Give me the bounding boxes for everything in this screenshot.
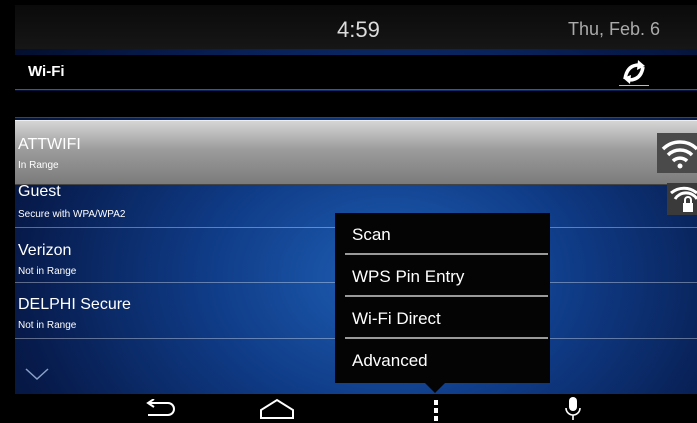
page-title: Wi-Fi	[28, 63, 65, 80]
network-status: Secure with WPA/WPA2	[18, 209, 126, 220]
network-name: Verizon	[18, 242, 72, 259]
menu-icon[interactable]	[432, 399, 440, 423]
back-icon[interactable]	[142, 398, 178, 423]
network-name: DELPHI Secure	[18, 296, 131, 313]
menu-item-label: Wi-Fi Direct	[352, 309, 441, 328]
status-bar: 4:59 Thu, Feb. 6	[15, 5, 697, 49]
network-status: In Range	[18, 160, 59, 171]
menu-item-label: WPS Pin Entry	[352, 267, 465, 286]
clock: 4:59	[337, 17, 380, 42]
chevron-down-icon[interactable]	[25, 367, 49, 386]
network-name: Guest	[18, 183, 61, 200]
menu-item-wifi-direct[interactable]: Wi-Fi Direct	[335, 297, 550, 339]
date: Thu, Feb. 6	[568, 19, 661, 39]
overflow-menu: Scan WPS Pin Entry Wi-Fi Direct Advanced	[335, 213, 550, 383]
network-status: Not in Range	[18, 266, 77, 277]
wifi-signal-icon	[657, 133, 697, 173]
network-row-attwifi[interactable]: ATTWIFI In Range	[15, 120, 697, 185]
title-bar: Wi-Fi	[15, 55, 697, 90]
wifi-refresh-icon[interactable]	[619, 59, 649, 86]
header-strip	[15, 91, 697, 118]
network-name: ATTWIFI	[18, 136, 81, 153]
navigation-bar	[15, 394, 697, 423]
menu-item-label: Scan	[352, 225, 391, 244]
menu-item-wps-pin-entry[interactable]: WPS Pin Entry	[335, 255, 550, 297]
network-status: Not in Range	[18, 320, 77, 331]
menu-pointer	[423, 381, 447, 393]
microphone-icon[interactable]	[565, 397, 581, 423]
menu-item-advanced[interactable]: Advanced	[335, 339, 550, 381]
wifi-locked-icon	[667, 183, 697, 215]
home-icon[interactable]	[258, 398, 296, 423]
menu-item-scan[interactable]: Scan	[335, 213, 550, 255]
wifi-settings-screen: 4:59 Thu, Feb. 6 Wi-Fi ATTWIFI In Range	[15, 5, 697, 423]
menu-item-label: Advanced	[352, 351, 428, 370]
